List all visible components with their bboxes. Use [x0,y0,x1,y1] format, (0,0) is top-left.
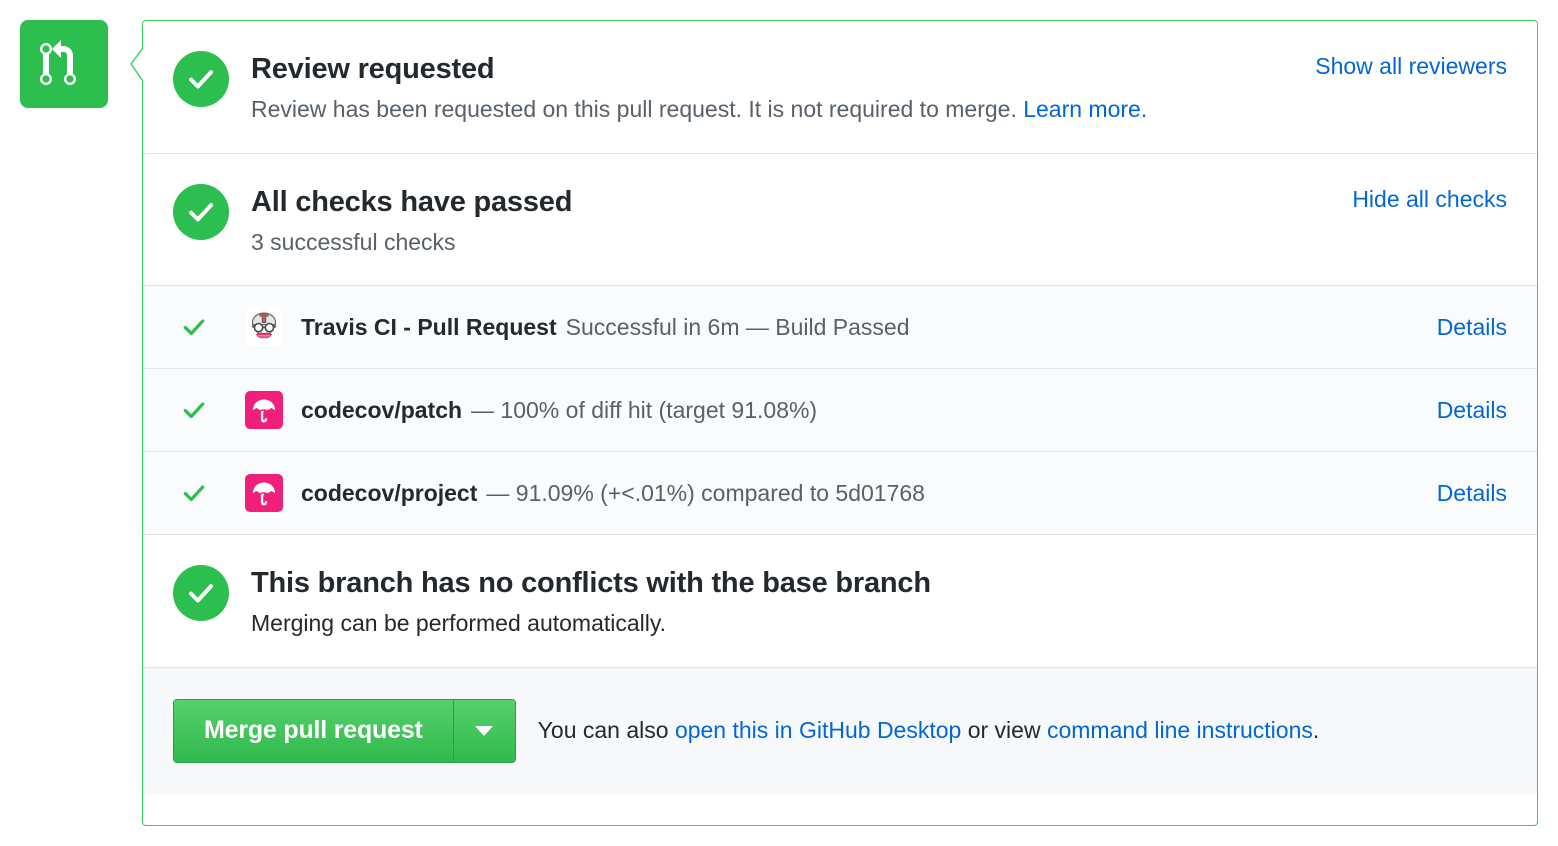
table-row[interactable]: Travis CI - Pull Request Successful in 6… [143,286,1537,370]
merge-pull-request-button[interactable]: Merge pull request [174,699,453,762]
no-conflicts-section: This branch has no conflicts with the ba… [143,535,1537,668]
table-row[interactable]: codecov/project — 91.09% (+<.01%) compar… [143,452,1537,536]
check-icon [179,480,209,506]
no-conflicts-subtitle: Merging can be performed automatically. [251,610,667,637]
check-name: Travis CI - Pull Request [301,313,557,340]
show-all-reviewers-link[interactable]: Show all reviewers [1315,49,1507,80]
no-conflicts-title: This branch has no conflicts with the ba… [251,567,931,600]
check-icon [179,397,209,423]
details-link[interactable]: Details [1437,397,1507,424]
review-requested-description: Review has been requested on this pull r… [251,93,1291,126]
check-description: — 100% of diff hit (target 91.08%) [471,396,818,423]
command-line-instructions-link[interactable]: command line instructions [1047,717,1313,743]
details-link[interactable]: Details [1437,314,1507,341]
check-description: — 91.09% (+<.01%) compared to 5d01768 [486,479,925,506]
merge-note: You can also open this in GitHub Desktop… [538,717,1320,744]
review-requested-description-text: Review has been requested on this pull r… [251,96,1024,123]
pull-request-merge-box-screen: Review requested Review has been request… [0,0,1558,846]
callout-notch [128,44,146,86]
travis-ci-avatar [245,308,283,347]
check-description: Successful in 6m — Build Passed [565,313,910,340]
merge-box: Review requested Review has been request… [142,20,1538,826]
check-circle-icon [173,51,229,107]
merge-note-suffix: . [1312,717,1320,744]
details-link[interactable]: Details [1437,480,1507,507]
check-name: codecov/project [301,479,478,506]
pull-request-status-badge [20,20,108,108]
check-name: codecov/patch [301,396,463,423]
codecov-avatar [245,391,283,430]
merge-dropdown-button[interactable] [452,699,515,762]
review-requested-section: Review requested Review has been request… [143,21,1537,154]
all-checks-title: All checks have passed [251,185,573,218]
open-in-github-desktop-link[interactable]: open this in GitHub Desktop [675,717,961,743]
table-row[interactable]: codecov/patch — 100% of diff hit (target… [143,369,1537,453]
git-pull-request-icon [40,40,88,88]
all-checks-text: All checks have passed 3 successful chec… [251,182,1328,260]
merge-pull-request-button-group[interactable]: Merge pull request [173,698,516,763]
all-checks-section: All checks have passed 3 successful chec… [143,153,1537,287]
hide-all-checks-link[interactable]: Hide all checks [1352,182,1507,213]
merge-note-prefix: You can also [537,717,675,744]
check-circle-icon [173,565,229,622]
chevron-down-icon [475,725,494,736]
review-requested-text: Review requested Review has been request… [251,49,1291,127]
codecov-avatar [245,474,283,513]
check-icon [179,314,209,340]
merge-footer: Merge pull request You can also open thi… [143,667,1537,794]
learn-more-link[interactable]: Learn more. [1023,96,1147,122]
check-circle-icon [173,183,229,240]
no-conflicts-text: This branch has no conflicts with the ba… [251,563,1507,641]
merge-note-middle: or view [961,717,1047,744]
review-requested-title: Review requested [251,53,495,85]
all-checks-subtitle: 3 successful checks [251,228,456,255]
